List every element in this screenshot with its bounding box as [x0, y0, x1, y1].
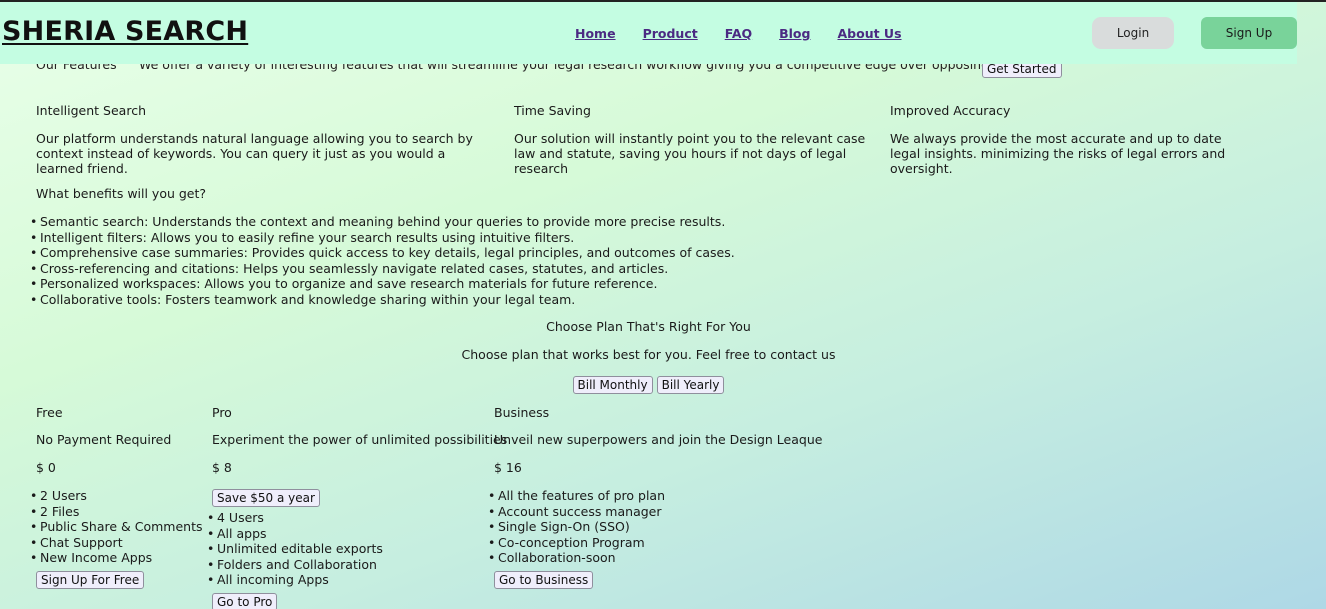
login-button[interactable]: Login	[1092, 17, 1174, 49]
site-logo[interactable]: SHERIA SEARCH	[2, 16, 248, 47]
list-item: New Income Apps	[30, 550, 203, 566]
plan-features: 4 Users All apps Unlimited editable expo…	[207, 510, 383, 588]
nav-link-faq[interactable]: FAQ	[725, 26, 752, 41]
benefits-list: Semantic search: Understands the context…	[30, 214, 735, 307]
sign-up-free-button[interactable]: Sign Up For Free	[36, 571, 145, 589]
benefits-heading: What benefits will you get?	[36, 186, 207, 201]
top-navbar: SHERIA SEARCH Home Product FAQ Blog Abou…	[0, 2, 1297, 64]
bill-yearly-button[interactable]: Bill Yearly	[656, 376, 725, 394]
list-item: All incoming Apps	[207, 572, 383, 588]
feature-time-saving: Time Saving Our solution will instantly …	[514, 103, 886, 176]
nav-link-about[interactable]: About Us	[837, 26, 901, 41]
billing-toggle: Bill Monthly Bill Yearly	[0, 376, 1297, 394]
feature-title: Improved Accuracy	[890, 103, 1011, 118]
go-to-pro-button[interactable]: Go to Pro	[212, 593, 278, 609]
feature-description: Our solution will instantly point you to…	[514, 131, 866, 176]
list-item: Unlimited editable exports	[207, 541, 383, 557]
plan-name: Free	[36, 405, 63, 420]
go-to-business-button[interactable]: Go to Business	[494, 571, 594, 589]
plan-tagline: Unveil new superpowers and join the Desi…	[494, 432, 823, 447]
list-item: 2 Files	[30, 504, 203, 520]
plan-name: Business	[494, 405, 550, 420]
list-item: Folders and Collaboration	[207, 557, 383, 573]
signup-button[interactable]: Sign Up	[1201, 17, 1297, 49]
plan-price: $ 0	[36, 460, 56, 475]
plan-name: Pro	[212, 405, 232, 420]
main-nav: Home Product FAQ Blog About Us	[575, 26, 929, 41]
plan-price: $ 8	[212, 460, 232, 475]
feature-description: Our platform understands natural languag…	[36, 131, 473, 176]
list-item: Chat Support	[30, 535, 203, 551]
feature-title: Intelligent Search	[36, 103, 146, 118]
pricing-heading: Choose Plan That's Right For You	[546, 319, 751, 334]
nav-link-home[interactable]: Home	[575, 26, 616, 41]
list-item: Personalized workspaces: Allows you to o…	[30, 276, 735, 292]
plan-features: 2 Users 2 Files Public Share & Comments …	[30, 488, 203, 566]
feature-intelligent-search: Intelligent Search Our platform understa…	[36, 103, 496, 176]
plan-features: All the features of pro plan Account suc…	[488, 488, 665, 566]
plan-tagline: Experiment the power of unlimited possib…	[212, 432, 508, 447]
feature-description: We always provide the most accurate and …	[890, 131, 1226, 176]
pricing-subtitle: Choose plan that works best for you. Fee…	[461, 347, 836, 362]
list-item: Account success manager	[488, 504, 665, 520]
plan-price: $ 16	[494, 460, 522, 475]
nav-link-blog[interactable]: Blog	[779, 26, 810, 41]
list-item: Single Sign-On (SSO)	[488, 519, 665, 535]
save-yearly-button[interactable]: Save $50 a year	[212, 489, 320, 507]
list-item: Cross-referencing and citations: Helps y…	[30, 261, 735, 277]
list-item: All apps	[207, 526, 383, 542]
list-item: Comprehensive case summaries: Provides q…	[30, 245, 735, 261]
list-item: Collaboration-soon	[488, 550, 665, 566]
plan-tagline: No Payment Required	[36, 432, 172, 447]
list-item: 4 Users	[207, 510, 383, 526]
list-item: 2 Users	[30, 488, 203, 504]
list-item: Semantic search: Understands the context…	[30, 214, 735, 230]
bill-monthly-button[interactable]: Bill Monthly	[572, 376, 653, 394]
list-item: Public Share & Comments	[30, 519, 203, 535]
list-item: Collaborative tools: Fosters teamwork an…	[30, 292, 735, 308]
nav-link-product[interactable]: Product	[643, 26, 698, 41]
list-item: Co-conception Program	[488, 535, 665, 551]
feature-improved-accuracy: Improved Accuracy We always provide the …	[890, 103, 1250, 176]
list-item: All the features of pro plan	[488, 488, 665, 504]
list-item: Intelligent filters: Allows you to easil…	[30, 230, 735, 246]
feature-title: Time Saving	[514, 103, 591, 118]
